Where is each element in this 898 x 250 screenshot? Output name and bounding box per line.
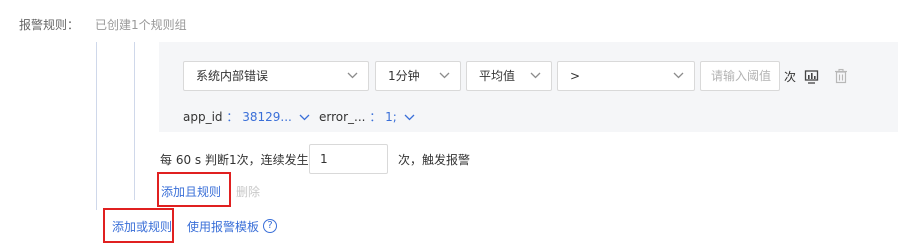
rules-label: 报警规则： xyxy=(19,18,80,32)
period-select-value: 1分钟 xyxy=(388,69,420,83)
aggregation-select[interactable]: 平均值 xyxy=(466,61,552,91)
tag-key: app_id xyxy=(183,110,223,124)
trash-icon[interactable] xyxy=(833,68,849,84)
threshold-input-placeholder: 请输入阈值 xyxy=(711,69,772,83)
tag-value: 38129... xyxy=(242,110,292,124)
tag-filter-app-id[interactable]: app_id ： 38129... xyxy=(183,108,310,125)
tag-value: 1; xyxy=(385,110,397,124)
aggregation-select-value: 平均值 xyxy=(479,69,516,83)
trigger-prefix: 每 60 s 判断1次，连续发生 xyxy=(160,153,309,167)
trigger-count-input[interactable]: 1 xyxy=(309,144,388,174)
chevron-down-icon xyxy=(347,72,358,79)
use-template-link[interactable]: 使用报警模板 xyxy=(187,218,259,235)
tag-separator: ： xyxy=(369,110,382,124)
chevron-down-icon xyxy=(673,72,684,79)
delete-link[interactable]: 删除 xyxy=(236,183,260,200)
threshold-input[interactable]: 请输入阈值 xyxy=(700,61,780,91)
trigger-suffix: 次，触发报警 xyxy=(398,153,471,167)
chart-icon[interactable] xyxy=(804,69,820,85)
rules-summary: 已创建1个规则组 xyxy=(95,18,187,32)
operator-select[interactable]: > xyxy=(557,61,695,91)
metric-select[interactable]: 系统内部错误 xyxy=(183,61,369,91)
help-icon[interactable]: ? xyxy=(263,219,277,233)
metric-select-value: 系统内部错误 xyxy=(196,69,269,83)
threshold-unit: 次 xyxy=(784,70,797,84)
chevron-down-icon xyxy=(530,72,541,79)
tag-separator: ： xyxy=(226,110,239,124)
trigger-count-value: 1 xyxy=(320,152,328,166)
chevron-down-icon xyxy=(299,114,310,121)
tag-filter-error[interactable]: error_... ： 1; xyxy=(319,108,415,125)
chevron-down-icon xyxy=(439,72,450,79)
tag-key: error_... xyxy=(319,110,366,124)
period-select[interactable]: 1分钟 xyxy=(375,61,461,91)
highlight-box xyxy=(103,208,174,243)
and-group-guide-line xyxy=(134,42,135,200)
highlight-box xyxy=(157,172,231,207)
chevron-down-icon xyxy=(404,114,415,121)
or-group-guide-line xyxy=(96,42,97,210)
operator-select-value: > xyxy=(570,69,581,83)
